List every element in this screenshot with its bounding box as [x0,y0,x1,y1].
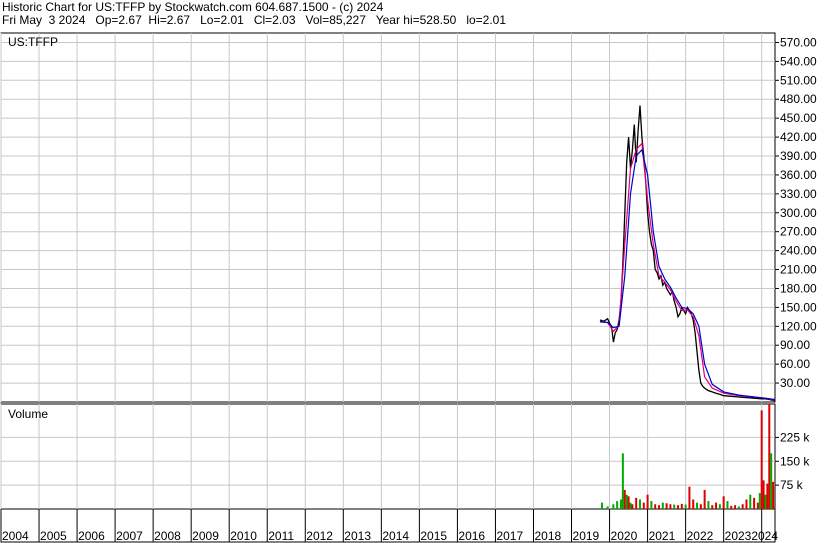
price-y-tick-label: 390.00 [780,149,817,163]
volume-panel [0,403,776,510]
price-y-tick-label: 90.00 [780,338,810,352]
x-tick-label: 2012 [306,529,333,543]
chart-canvas: 2004 2005 2006 2007 2008 2009 2010 2011 2012 2013… [0,32,817,543]
volume-bar [669,504,672,509]
volume-bar [703,489,706,509]
volume-bar [745,499,748,509]
volume-bar [600,502,603,509]
x-tick-label: 2022 [687,529,714,543]
x-tick-label: 2021 [649,529,676,543]
volume-bar [631,504,634,509]
price-y-tick-label: 240.00 [780,244,817,258]
volume-bar [766,483,769,509]
volume-bar [718,504,721,509]
x-tick-label: 2008 [154,529,181,543]
volume-bar [730,505,733,509]
volume-y-tick-label: 150 k [780,454,810,468]
volume-bar [737,506,740,509]
volume-bar [625,494,628,509]
volume-bar [734,505,737,509]
volume-y-tick-label: 225 k [780,430,810,444]
volume-bar [749,494,752,509]
volume-bar [772,481,775,509]
volume-bar [665,503,668,509]
volume-bar [661,502,664,509]
volume-bar [741,504,744,509]
volume-bar [677,505,680,509]
x-tick-label: 2011 [268,529,294,543]
price-y-tick-label: 150.00 [780,300,817,314]
x-tick-label: 2016 [458,529,485,543]
price-y-tick-label: 270.00 [780,225,817,239]
price-panel-title: US:TFFP [8,35,58,49]
volume-bar [688,486,691,509]
price-y-tick-label: 330.00 [780,187,817,201]
volume-bar [758,493,761,509]
price-y-tick-label: 540.00 [780,54,817,68]
volume-bar [722,496,725,509]
volume-bar [764,494,767,509]
x-tick-label: 2019 [573,529,600,543]
volume-bar [612,504,615,509]
price-y-tick-label: 360.00 [780,168,817,182]
x-tick-label: 2015 [420,529,447,543]
x-tick-label: 2014 [382,529,409,543]
x-tick-label: 2017 [496,529,523,543]
volume-bar [715,502,718,509]
volume-bar [726,501,729,509]
volume-bar [638,499,641,509]
volume-bar [762,480,765,509]
x-tick-label: 2005 [40,529,67,543]
volume-bar [768,404,771,509]
volume-bar [650,501,653,509]
x-tick-label: 2020 [611,529,638,543]
volume-bar [646,494,649,509]
volume-bar [692,499,695,509]
volume-bar [616,501,619,509]
x-tick-label: 2013 [344,529,371,543]
x-tick-label: 2004 [2,529,29,543]
price-y-tick-label: 450.00 [780,111,817,125]
x-tick-label: 2006 [78,529,105,543]
price-y-tick-label: 300.00 [780,206,817,220]
volume-bar [680,503,683,509]
price-y-tick-label: 120.00 [780,319,817,333]
volume-bar [707,501,710,509]
volume-bar [673,504,676,509]
volume-bar [657,505,660,509]
price-y-tick-label: 60.00 [780,357,810,371]
volume-bar [711,505,714,509]
volume-bar [621,453,624,509]
price-y-tick-label: 510.00 [780,73,817,87]
volume-bar [635,497,638,509]
price-y-tick-label: 180.00 [780,281,817,295]
price-y-tick-label: 480.00 [780,92,817,106]
volume-bar [623,489,626,509]
volume-bar [627,496,630,509]
volume-bar [654,504,657,509]
volume-bar [756,502,759,509]
volume-bar [760,410,763,509]
x-tick-label: 2018 [534,529,561,543]
volume-bar [606,506,609,509]
price-y-tick-label: 420.00 [780,130,817,144]
volume-bar [629,502,632,509]
volume-bar [699,504,702,509]
volume-bar [696,502,699,509]
x-tick-label: 2010 [230,529,257,543]
price-y-tick-label: 570.00 [780,35,817,49]
x-tick-label: 2007 [116,529,143,543]
volume-bar [753,497,756,509]
x-tick-label: 2009 [192,529,219,543]
volume-y-tick-label: 75 k [780,478,804,492]
price-panel [0,32,776,403]
price-y-tick-label: 30.00 [780,376,810,390]
x-tick-label: 20232024 [725,529,779,543]
price-y-tick-label: 210.00 [780,263,817,277]
volume-panel-title: Volume [8,407,48,421]
volume-bar [642,502,645,509]
volume-bar [619,499,622,509]
volume-bar [770,453,773,509]
volume-bar [684,504,687,509]
